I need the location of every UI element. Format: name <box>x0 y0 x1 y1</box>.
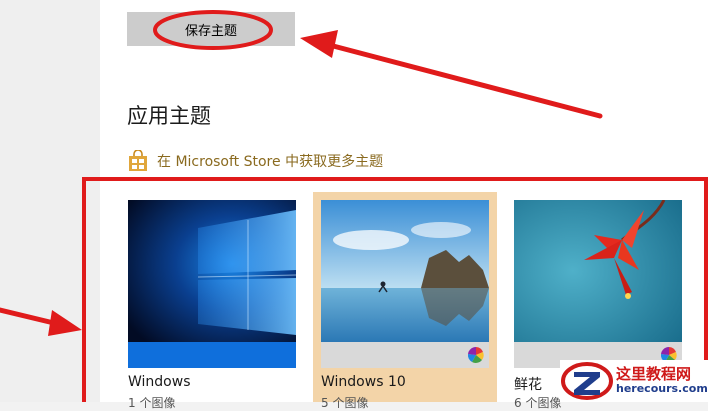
theme-image-count: 5 个图像 <box>321 396 369 410</box>
store-link-label: 在 Microsoft Store 中获取更多主题 <box>157 154 384 170</box>
watermark-url: herecours.com <box>616 382 708 396</box>
watermark-logo-icon <box>561 362 613 400</box>
color-wheel-icon <box>467 346 484 363</box>
theme-image-count: 1 个图像 <box>128 396 176 410</box>
save-theme-button[interactable]: 保存主题 <box>127 12 295 46</box>
theme-image-count: 6 个图像 <box>514 396 562 410</box>
theme-name: Windows <box>128 374 191 390</box>
watermark-title: 这里教程网 <box>616 365 692 384</box>
theme-card-windows-10[interactable]: Windows 10 5 个图像 <box>313 192 497 410</box>
apply-theme-heading: 应用主题 <box>127 104 211 128</box>
left-pane <box>0 0 100 402</box>
theme-thumbnail-windows-10 <box>321 200 489 368</box>
store-bag-icon <box>127 149 149 172</box>
store-link[interactable]: 在 Microsoft Store 中获取更多主题 <box>127 149 384 172</box>
theme-name: Windows 10 <box>321 374 406 390</box>
watermark: 这里教程网 herecours.com <box>560 360 708 402</box>
theme-card-windows[interactable]: Windows 1 个图像 <box>120 192 304 410</box>
theme-thumbnail-flowers <box>514 200 682 368</box>
theme-name: 鲜花 <box>514 377 542 393</box>
theme-thumbnail-windows <box>128 200 296 368</box>
